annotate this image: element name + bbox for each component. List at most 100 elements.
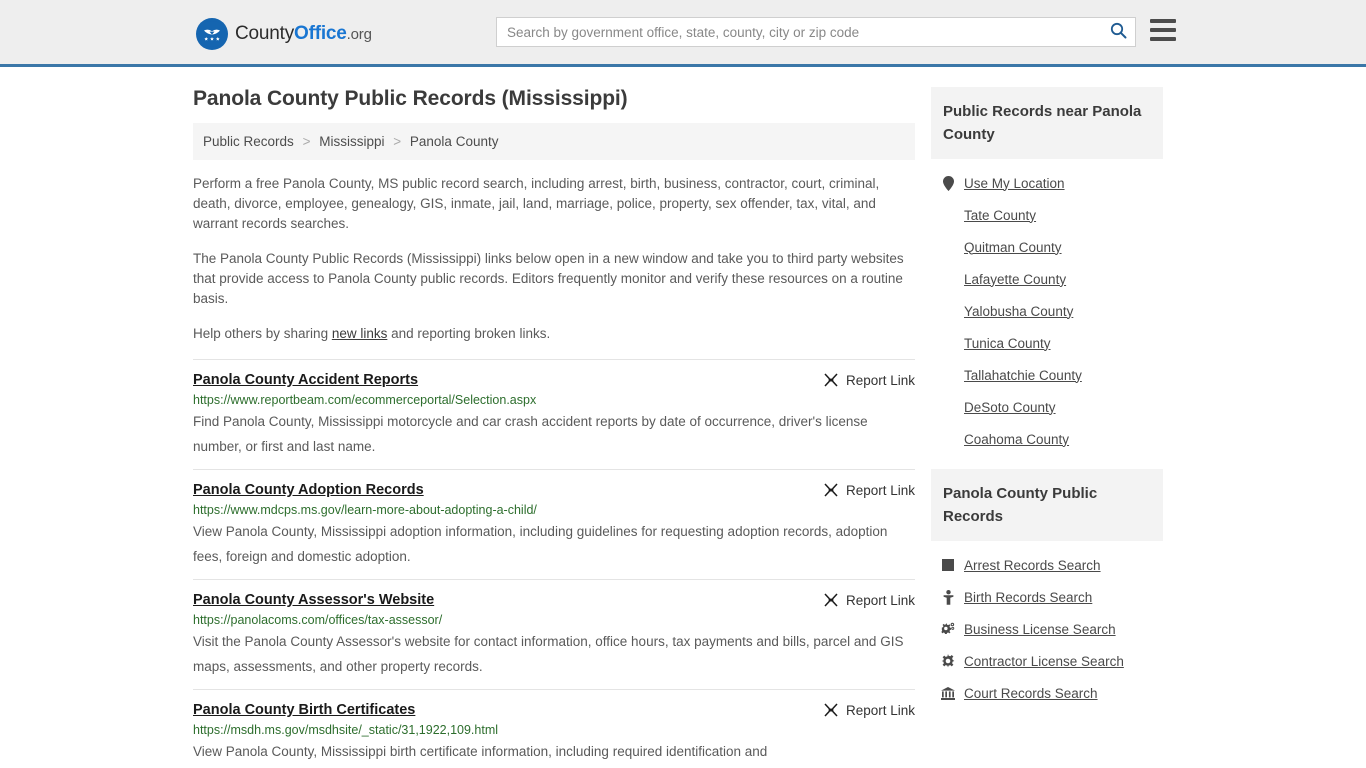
sidebar-link-label[interactable]: Court Records Search bbox=[964, 686, 1098, 701]
no-icon-spacer bbox=[941, 335, 955, 351]
breadcrumb-item-mississippi[interactable]: Mississippi bbox=[319, 134, 384, 149]
breadcrumb-item-public-records[interactable]: Public Records bbox=[203, 134, 294, 149]
records-item-birth-records-search[interactable]: Birth Records Search bbox=[941, 581, 1163, 613]
no-icon-spacer bbox=[941, 367, 955, 383]
gear-icon bbox=[941, 653, 955, 669]
search-icon bbox=[1110, 22, 1127, 42]
broken-link-icon bbox=[823, 592, 839, 608]
report-link-label: Report Link bbox=[845, 592, 915, 608]
gears-icon bbox=[941, 621, 955, 637]
breadcrumb-separator-1: > bbox=[302, 134, 311, 149]
record-title-link[interactable]: Panola County Adoption Records bbox=[193, 482, 424, 498]
no-icon-spacer bbox=[941, 303, 955, 319]
no-icon-spacer bbox=[941, 207, 955, 223]
courthouse-icon bbox=[941, 685, 955, 701]
record-header: Panola County Adoption Records Report Lin… bbox=[193, 482, 915, 498]
records-item-court-records-search[interactable]: Court Records Search bbox=[941, 677, 1163, 709]
report-link-button[interactable]: Report Link bbox=[807, 372, 915, 388]
record-title-link[interactable]: Panola County Birth Certificates bbox=[193, 702, 415, 718]
hamburger-menu-icon[interactable] bbox=[1150, 19, 1176, 41]
report-link-label: Report Link bbox=[845, 372, 915, 388]
record-description: Visit the Panola County Assessor's websi… bbox=[193, 634, 904, 674]
record-header: Panola County Birth Certificates Report L… bbox=[193, 702, 915, 718]
broken-link-icon bbox=[823, 702, 839, 718]
no-icon-spacer bbox=[941, 431, 955, 447]
site-logo[interactable]: CountyOffice.org bbox=[196, 18, 372, 50]
record-header: Panola County Assessor's Website Report L… bbox=[193, 592, 915, 608]
record-header: Panola County Accident Reports Report Lin… bbox=[193, 372, 915, 388]
sidebar-link-label[interactable]: Quitman County bbox=[964, 240, 1062, 255]
search-bar[interactable] bbox=[496, 17, 1136, 47]
sidebar-link-label[interactable]: Contractor License Search bbox=[964, 654, 1124, 669]
report-link-label: Report Link bbox=[845, 482, 915, 498]
hamburger-bar-3 bbox=[1150, 37, 1176, 41]
no-icon-spacer bbox=[941, 239, 955, 255]
panel-spacer bbox=[931, 459, 1163, 469]
nearby-item-tate-county[interactable]: Tate County bbox=[941, 199, 1163, 231]
sidebar-link-label[interactable]: Tunica County bbox=[964, 336, 1051, 351]
report-link-label: Report Link bbox=[845, 702, 915, 718]
nearby-item-tallahatchie-county[interactable]: Tallahatchie County bbox=[941, 359, 1163, 391]
nearby-records-panel-title: Public Records near Panola County bbox=[931, 87, 1163, 159]
sidebar-link-label[interactable]: Yalobusha County bbox=[964, 304, 1073, 319]
nearby-item-lafayette-county[interactable]: Lafayette County bbox=[941, 263, 1163, 295]
broken-link-icon bbox=[823, 372, 839, 388]
record-title-link[interactable]: Panola County Accident Reports bbox=[193, 372, 418, 388]
record-title-link[interactable]: Panola County Assessor's Website bbox=[193, 592, 434, 608]
records-item-business-license-search[interactable]: Business License Search bbox=[941, 613, 1163, 645]
record-url: https://www.reportbeam.com/ecommerceport… bbox=[193, 393, 537, 407]
sidebar-link-label[interactable]: Tate County bbox=[964, 208, 1036, 223]
nearby-item-tunica-county[interactable]: Tunica County bbox=[941, 327, 1163, 359]
records-item-arrest-records-search[interactable]: Arrest Records Search bbox=[941, 549, 1163, 581]
breadcrumb-item-panola-county[interactable]: Panola County bbox=[410, 134, 499, 149]
sidebar-link-label[interactable]: Lafayette County bbox=[964, 272, 1066, 287]
nearby-item-desoto-county[interactable]: DeSoto County bbox=[941, 391, 1163, 423]
report-link-button[interactable]: Report Link bbox=[807, 702, 915, 718]
sidebar-link-label[interactable]: Use My Location bbox=[964, 176, 1065, 191]
nearby-item-quitman-county[interactable]: Quitman County bbox=[941, 231, 1163, 263]
sidebar-link-label[interactable]: Business License Search bbox=[964, 622, 1116, 637]
records-list: Panola County Accident Reports Report Lin… bbox=[193, 359, 915, 768]
sidebar-link-label[interactable]: Birth Records Search bbox=[964, 590, 1092, 605]
help-prefix: Help others by sharing bbox=[193, 326, 332, 341]
page-body: Panola County Public Records (Mississipp… bbox=[0, 67, 1366, 768]
page-title: Panola County Public Records (Mississipp… bbox=[193, 87, 628, 110]
help-paragraph: Help others by sharing new links and rep… bbox=[193, 324, 915, 344]
county-office-badge-icon bbox=[196, 18, 228, 50]
report-link-button[interactable]: Report Link bbox=[807, 482, 915, 498]
nearby-item-coahoma-county[interactable]: Coahoma County bbox=[941, 423, 1163, 455]
sidebar-link-label[interactable]: Tallahatchie County bbox=[964, 368, 1082, 383]
no-icon-spacer bbox=[941, 271, 955, 287]
nearby-item-yalobusha-county[interactable]: Yalobusha County bbox=[941, 295, 1163, 327]
logo-county: County bbox=[235, 23, 295, 44]
hamburger-bar-2 bbox=[1150, 28, 1176, 32]
breadcrumb: Public Records > Mississippi > Panola Co… bbox=[193, 123, 915, 160]
nearby-records-panel: Public Records near Panola County Use My… bbox=[931, 87, 1163, 459]
main-content: Panola County Public Records (Mississipp… bbox=[193, 87, 915, 768]
county-records-panel-title: Panola County Public Records bbox=[931, 469, 1163, 541]
sidebar-link-label[interactable]: Arrest Records Search bbox=[964, 558, 1101, 573]
record-entry: Panola County Adoption Records Report Lin… bbox=[193, 469, 915, 579]
intro-paragraph-2: The Panola County Public Records (Missis… bbox=[193, 251, 904, 306]
report-link-button[interactable]: Report Link bbox=[807, 592, 915, 608]
map-pin-icon bbox=[941, 175, 955, 191]
new-links-link[interactable]: new links bbox=[332, 326, 388, 341]
record-description: View Panola County, Mississippi adoption… bbox=[193, 524, 888, 564]
intro-paragraph-1: Perform a free Panola County, MS public … bbox=[193, 176, 880, 231]
sidebar-link-label[interactable]: Coahoma County bbox=[964, 432, 1069, 447]
search-input[interactable] bbox=[497, 24, 1101, 40]
search-button[interactable] bbox=[1101, 18, 1135, 46]
sidebar-link-label[interactable]: DeSoto County bbox=[964, 400, 1056, 415]
records-item-contractor-license-search[interactable]: Contractor License Search bbox=[941, 645, 1163, 677]
logo-org: .org bbox=[346, 26, 372, 43]
county-records-panel: Panola County Public Records Arrest Reco… bbox=[931, 469, 1163, 713]
logo-office: Office bbox=[294, 23, 347, 44]
record-description: View Panola County, Mississippi birth ce… bbox=[193, 744, 768, 759]
nearby-item-use-my-location[interactable]: Use My Location bbox=[941, 167, 1163, 199]
logo-wordmark: CountyOffice.org bbox=[235, 23, 372, 45]
breadcrumb-separator-2: > bbox=[393, 134, 402, 149]
hamburger-bar-1 bbox=[1150, 19, 1176, 23]
baby-icon bbox=[941, 589, 955, 605]
jail-block-icon bbox=[941, 557, 955, 573]
record-url: https://msdh.ms.gov/msdhsite/_static/31,… bbox=[193, 723, 499, 737]
